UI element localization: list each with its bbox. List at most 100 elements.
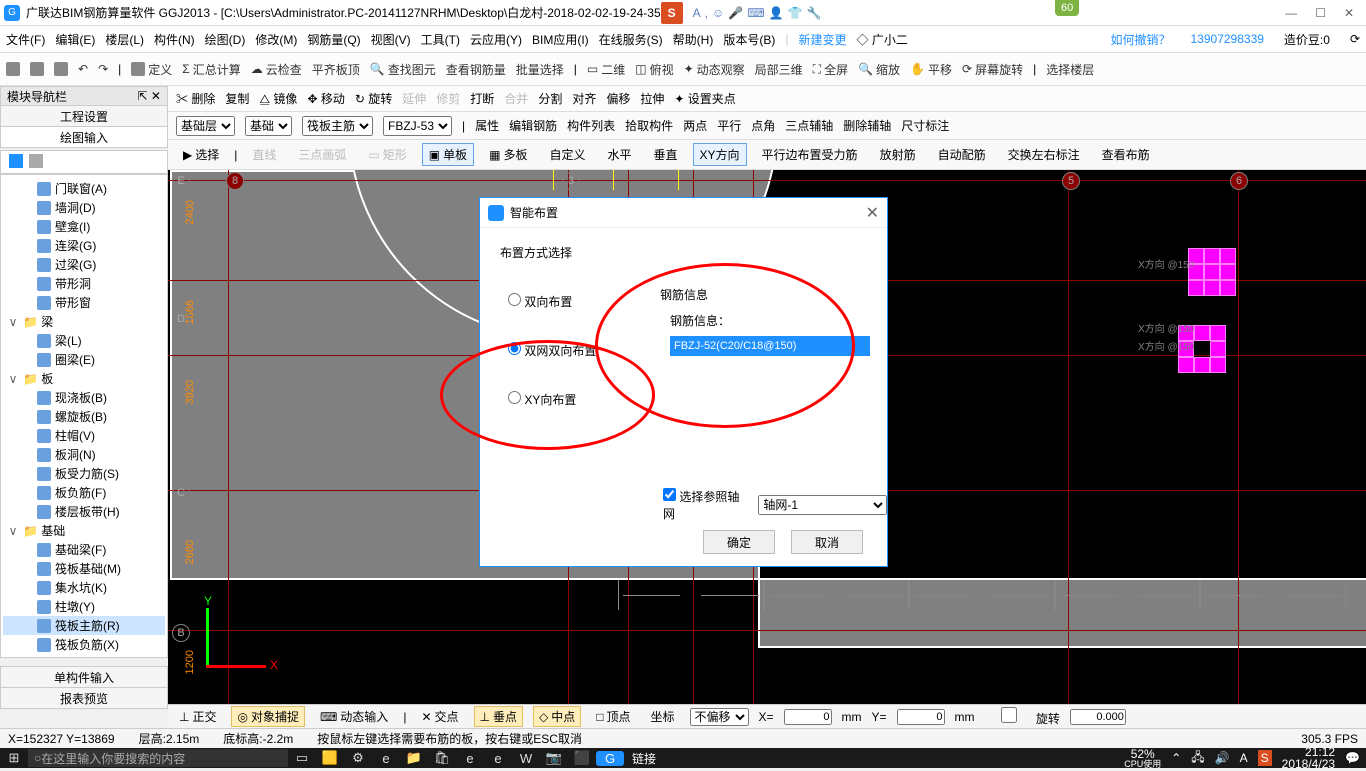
taskbar-app-4[interactable]: ⬛ <box>568 750 596 766</box>
sb-midpoint[interactable]: ◇ 中点 <box>533 706 581 727</box>
dialog-close-button[interactable]: ✕ <box>866 203 879 223</box>
tb-open[interactable] <box>30 62 44 76</box>
multi-slab-tool[interactable]: ▦ 多板 <box>482 143 534 166</box>
component-tree[interactable]: 门联窗(A) 墙洞(D) 壁龛(I) 连梁(G) 过梁(G) 带形洞 带形窗∨ … <box>0 174 168 658</box>
tb-fullscreen[interactable]: ⛶ 全屏 <box>813 61 848 78</box>
tb-undo[interactable]: ↶ <box>78 62 88 76</box>
horizontal-tool[interactable]: 水平 <box>601 143 639 166</box>
offset-select[interactable]: 不偏移 <box>690 708 749 726</box>
tree-node[interactable]: 筏板主筋(R) <box>3 616 165 635</box>
sb-dynamic[interactable]: ⌨ 动态输入 <box>315 707 393 726</box>
taskbar-store[interactable]: 🛍 <box>428 750 456 766</box>
y-input[interactable] <box>897 709 945 725</box>
tb-dynamic-view[interactable]: ✦ 动态观察 <box>684 61 745 78</box>
menu-bim[interactable]: BIM应用(I) <box>532 31 589 48</box>
tb-batch-select[interactable]: 批量选择 <box>516 61 564 78</box>
swap-label-tool[interactable]: 交换左右标注 <box>1001 143 1087 166</box>
taskbar-edge2[interactable]: e <box>456 751 484 766</box>
tree-node[interactable]: 基础梁(F) <box>3 540 165 559</box>
tree-node[interactable]: 梁(L) <box>3 331 165 350</box>
tree-node[interactable]: 独立基础(D) <box>3 654 165 658</box>
radio-xy[interactable]: XY向布置 <box>508 391 867 408</box>
tray-net-icon[interactable]: 🖧 <box>1191 748 1204 769</box>
menu-help[interactable]: 帮助(H) <box>673 31 714 48</box>
axis-net-select[interactable]: 轴网-1 <box>758 495 887 515</box>
tree-node[interactable]: 过梁(G) <box>3 255 165 274</box>
edit-merge[interactable]: 合并 <box>504 90 528 107</box>
menu-view[interactable]: 视图(V) <box>371 31 411 48</box>
taskbar-folder[interactable]: 📁 <box>400 750 428 766</box>
edit-align[interactable]: 对齐 <box>572 90 596 107</box>
sidebar-small-icons[interactable] <box>0 150 168 174</box>
tree-node[interactable]: ∨ 📁 梁 <box>3 312 165 331</box>
sb-ortho[interactable]: ⊥ 正交 <box>174 707 221 726</box>
tray-notif-icon[interactable]: 💬 <box>1345 751 1360 765</box>
ctx-parallel[interactable]: 平行 <box>717 117 741 134</box>
taskbar-edge[interactable]: e <box>372 751 400 766</box>
edit-rotate[interactable]: ↻ 旋转 <box>355 90 392 107</box>
edit-split[interactable]: 分割 <box>538 90 562 107</box>
sogou-ime-icon[interactable]: S <box>661 2 683 24</box>
auto-layout-tool[interactable]: 自动配筋 <box>931 143 993 166</box>
dialog-titlebar[interactable]: 智能布置 ✕ <box>480 198 887 228</box>
menu-floor[interactable]: 楼层(L) <box>105 31 144 48</box>
taskbar-app-1[interactable]: 🟨 <box>316 750 344 766</box>
edit-move[interactable]: ✥ 移动 <box>307 90 344 107</box>
tree-node[interactable]: 螺旋板(B) <box>3 407 165 426</box>
tb-select-floor[interactable]: 选择楼层 <box>1046 61 1094 78</box>
level-select[interactable]: 基础层 <box>176 116 235 136</box>
rebar-block[interactable] <box>1204 248 1220 264</box>
cancel-button[interactable]: 取消 <box>791 530 863 554</box>
tree-node[interactable]: ∨ 📁 基础 <box>3 521 165 540</box>
tb-2d[interactable]: ▭ 二维 <box>587 61 625 78</box>
tree-node[interactable]: 现浇板(B) <box>3 388 165 407</box>
tb-level-slab[interactable]: 平齐板顶 <box>312 61 360 78</box>
tree-node[interactable]: 壁龛(I) <box>3 217 165 236</box>
tree-node[interactable]: 柱墩(Y) <box>3 597 165 616</box>
tray-clock[interactable]: 21:122018/4/23 <box>1282 746 1335 770</box>
ok-button[interactable]: 确定 <box>703 530 775 554</box>
tray-ime-icon[interactable]: S <box>1258 750 1272 766</box>
tab-report-preview[interactable]: 报表预览 <box>0 687 168 709</box>
tb-new[interactable] <box>6 62 20 76</box>
sb-osnap[interactable]: ◎ 对象捕捉 <box>231 706 305 727</box>
member-select[interactable]: FBZJ-53 <box>383 116 452 136</box>
tb-define[interactable]: 定义 <box>131 61 172 78</box>
edit-delete[interactable]: ✂ 删除 <box>176 90 215 107</box>
tab-single-input[interactable]: 单构件输入 <box>0 666 168 688</box>
minimize-button[interactable]: — <box>1285 6 1297 20</box>
x-input[interactable] <box>784 709 832 725</box>
tree-node[interactable]: 门联窗(A) <box>3 179 165 198</box>
tab-project-settings[interactable]: 工程设置 <box>0 105 168 127</box>
menu-version[interactable]: 版本号(B) <box>723 31 775 48</box>
tray-up-icon[interactable]: ⌃ <box>1171 751 1181 765</box>
notification-badge[interactable]: 60 <box>1055 0 1079 16</box>
rebar-block[interactable] <box>1194 325 1210 341</box>
ctx-dimension[interactable]: 尺寸标注 <box>901 117 949 134</box>
task-view-icon[interactable]: ▭ <box>288 750 316 766</box>
select-tool[interactable]: ▶ 选择 <box>176 143 226 166</box>
refresh-icon[interactable]: ⟳ <box>1350 32 1360 46</box>
line-tool[interactable]: 直线 <box>245 143 283 166</box>
tb-sum[interactable]: Σ 汇总计算 <box>182 61 240 78</box>
taskbar-word[interactable]: W <box>512 751 540 766</box>
tree-node[interactable]: 圈梁(E) <box>3 350 165 369</box>
edit-extend[interactable]: 延伸 <box>402 90 426 107</box>
edit-trim[interactable]: 修剪 <box>436 90 460 107</box>
ctx-props[interactable]: 属性 <box>475 117 499 134</box>
new-change-button[interactable]: 新建变更 <box>798 31 846 48</box>
vertical-tool[interactable]: 垂直 <box>647 143 685 166</box>
rect-tool[interactable]: ▭ 矩形 <box>361 143 413 166</box>
taskbar-link[interactable]: 链接 <box>632 750 656 767</box>
arc-tool[interactable]: 三点画弧 <box>291 143 353 166</box>
tree-node[interactable]: 板负筋(F) <box>3 483 165 502</box>
sb-coord[interactable]: 坐标 <box>646 707 680 726</box>
close-button[interactable]: ✕ <box>1344 6 1354 20</box>
rebar-block[interactable] <box>1204 264 1220 280</box>
menu-online[interactable]: 在线服务(S) <box>599 31 663 48</box>
ctx-delete-aux[interactable]: 删除辅轴 <box>843 117 891 134</box>
tree-node[interactable]: 筏板负筋(X) <box>3 635 165 654</box>
menu-modify[interactable]: 修改(M) <box>255 31 297 48</box>
tree-node[interactable]: 带形窗 <box>3 293 165 312</box>
edit-offset[interactable]: 偏移 <box>606 90 630 107</box>
